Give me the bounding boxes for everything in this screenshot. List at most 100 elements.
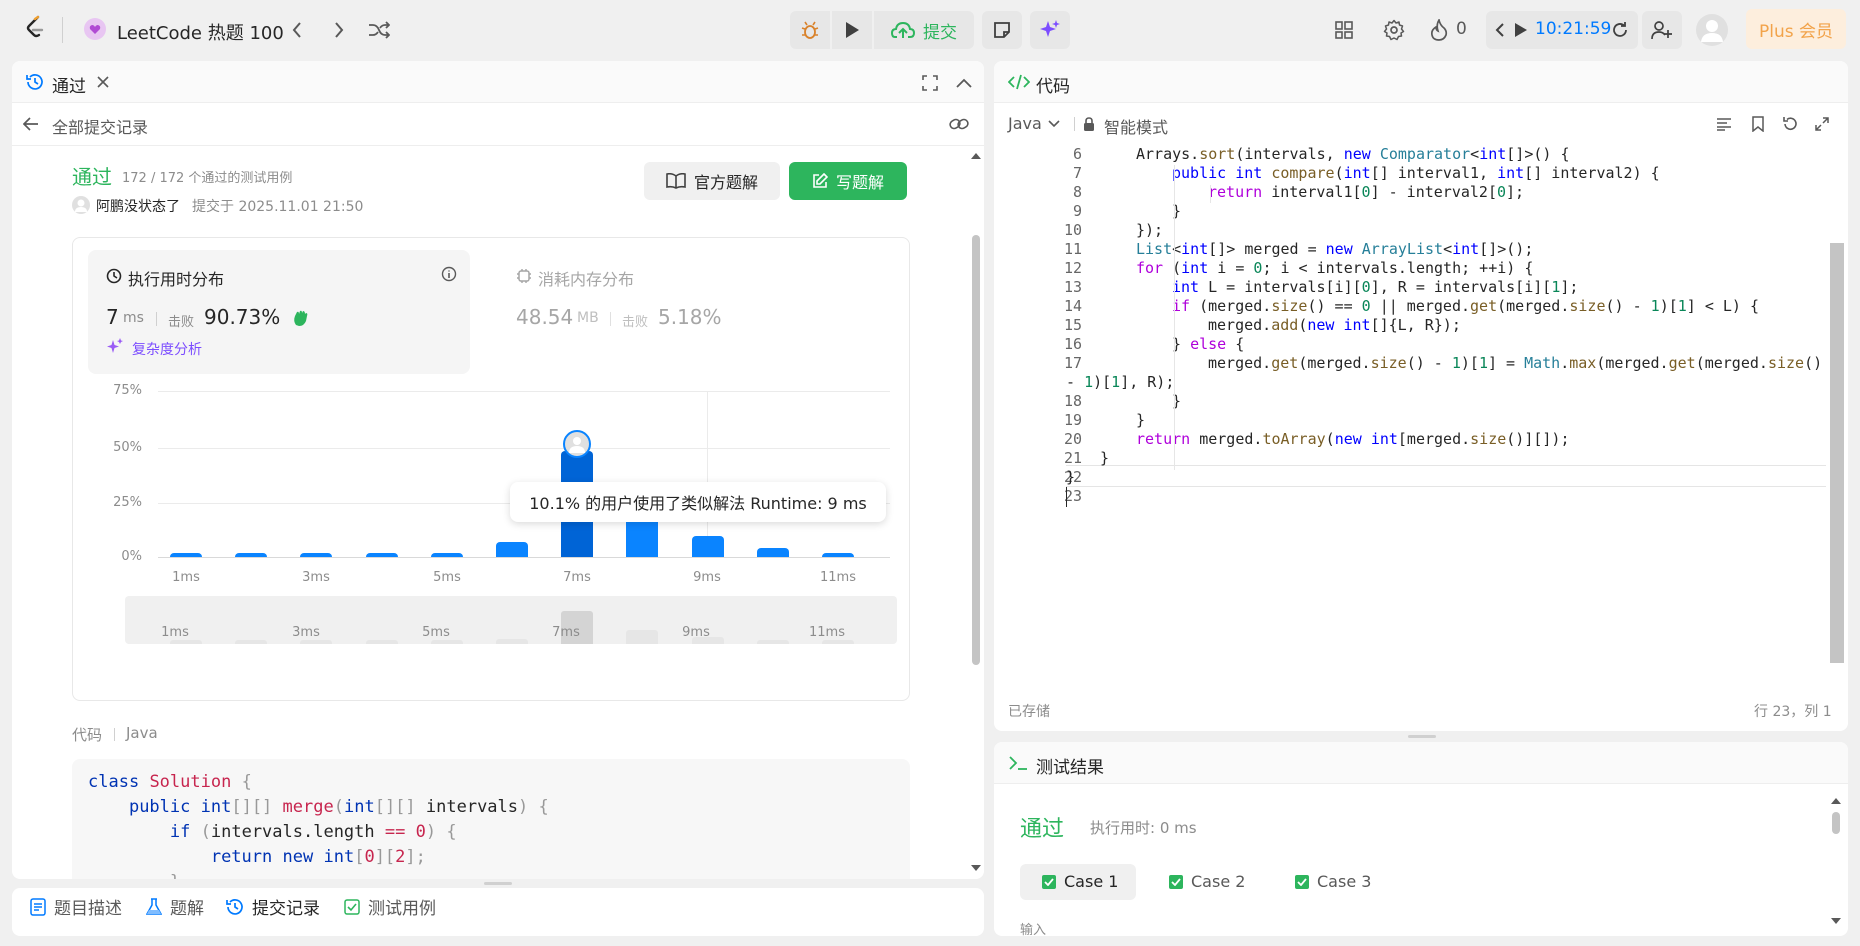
chart-bar-11ms[interactable]	[822, 552, 854, 557]
minimap-label: 5ms	[422, 625, 450, 640]
x-tick-label: 7ms	[563, 570, 591, 585]
code-editor-panel: 代码 Java 智能模式 6 Arrays.sort(intervals, ne…	[994, 61, 1848, 731]
y-tick-label: 50%	[113, 440, 142, 455]
timer-reset-icon[interactable]	[1609, 18, 1631, 42]
minimap-label: 11ms	[809, 625, 845, 640]
case-tab-2[interactable]: Case 2	[1191, 872, 1245, 891]
editor-scrollbar[interactable]	[1830, 243, 1844, 663]
plus-member-button[interactable]: Plus 会员	[1746, 9, 1846, 49]
check-icon	[1169, 875, 1183, 889]
streak-fire-icon[interactable]	[1428, 18, 1450, 42]
run-button[interactable]	[832, 11, 872, 49]
submit-button[interactable]: 提交	[874, 11, 974, 49]
prev-problem-icon[interactable]	[286, 18, 308, 42]
problem-list-title[interactable]: LeetCode 热题 100	[117, 19, 284, 45]
next-problem-icon[interactable]	[328, 18, 350, 42]
panel-header	[994, 61, 1848, 103]
chart-bar-4ms[interactable]	[365, 552, 398, 557]
panel-header	[994, 742, 1848, 784]
smart-mode-toggle[interactable]: 智能模式	[1104, 114, 1168, 138]
minimap-label: 3ms	[292, 625, 320, 640]
submission-panel: 通过 全部提交记录 通过 172 / 172 个通过的测试用例 阿鹏没状态了 提…	[12, 61, 984, 879]
layout-icon[interactable]	[1332, 18, 1356, 42]
code-editor[interactable]: 6 Arrays.sort(intervals, new Comparator<…	[994, 145, 1848, 675]
results-title: 测试结果	[1036, 758, 1104, 778]
shuffle-icon[interactable]	[366, 18, 392, 42]
debug-button[interactable]	[790, 11, 830, 49]
cursor-position: 行 23，列 1	[1754, 704, 1832, 720]
chart-bar-9ms[interactable]	[691, 535, 724, 557]
code-label: 代码	[72, 726, 103, 744]
text-cursor	[1066, 487, 1067, 507]
y-tick-label: 25%	[113, 495, 142, 510]
settings-gear-icon[interactable]	[1382, 18, 1406, 42]
tab-solutions-label: 题解	[170, 899, 204, 919]
tab-submissions[interactable]: 提交记录	[226, 894, 320, 919]
x-tick-label: 9ms	[693, 570, 721, 585]
terminal-icon	[1008, 754, 1028, 772]
chart-bar-2ms[interactable]	[235, 552, 268, 557]
input-label: 输入	[1020, 923, 1047, 936]
current-line-highlight	[1066, 465, 1826, 487]
scrollbar[interactable]	[970, 151, 982, 871]
test-results-panel: 测试结果 通过 执行用时: 0 ms Case 1 Case 2 Case 3 …	[994, 742, 1848, 936]
scrollbar-thumb[interactable]	[1832, 812, 1840, 834]
results-scrollbar[interactable]	[1830, 796, 1844, 930]
ai-assistant-button[interactable]	[1030, 11, 1070, 49]
user-avatar[interactable]	[1696, 14, 1728, 46]
minimap-bar	[626, 630, 659, 644]
language-selector[interactable]: Java	[1008, 114, 1042, 133]
chevron-down-icon[interactable]	[1046, 116, 1062, 132]
bookmark-icon[interactable]	[1748, 115, 1768, 133]
gridline	[158, 391, 890, 392]
timer-display: 10:21:59	[1535, 19, 1612, 39]
leetcode-logo-icon[interactable]	[24, 14, 46, 40]
top-bar: LeetCode 热题 100 提交 0 10:21:59 Plus 会员	[0, 0, 1860, 60]
expand-editor-icon[interactable]	[1812, 115, 1832, 133]
chart-bar-6ms[interactable]	[496, 541, 528, 557]
editor-title: 代码	[1036, 77, 1070, 97]
minimap-bar	[300, 640, 333, 644]
tab-description-label: 题目描述	[54, 899, 122, 919]
timer-play-icon[interactable]	[1512, 18, 1530, 42]
minimap-bar	[430, 640, 463, 644]
x-axis-line	[158, 557, 890, 558]
scrollbar-thumb[interactable]	[972, 235, 980, 665]
minimap-label: 9ms	[682, 625, 710, 640]
tab-submissions-label: 提交记录	[252, 899, 320, 919]
notes-button[interactable]	[982, 11, 1022, 49]
add-friend-button[interactable]	[1642, 11, 1682, 49]
study-plan-icon	[84, 18, 106, 40]
tab-solutions[interactable]: 题解	[146, 894, 204, 919]
range-minimap[interactable]: 1ms 3ms 5ms 7ms 9ms 11ms	[125, 596, 897, 644]
code-preview: class Solution { public int[][] merge(in…	[72, 759, 910, 879]
format-code-icon[interactable]	[1714, 115, 1734, 133]
x-tick-label: 3ms	[302, 570, 330, 585]
divider	[1074, 117, 1075, 131]
tab-description[interactable]: 题目描述	[30, 894, 122, 919]
case-label: Case 1	[1064, 872, 1119, 891]
timer-collapse-icon[interactable]	[1492, 18, 1508, 42]
minimap-bar	[756, 640, 789, 644]
minimap-bar	[235, 640, 268, 644]
tab-testcases[interactable]: 测试用例	[344, 894, 436, 919]
x-tick-label: 5ms	[433, 570, 461, 585]
chart-bar-3ms[interactable]	[300, 552, 333, 557]
minimap-bar	[170, 640, 202, 644]
minimap-bar	[822, 640, 854, 644]
resize-handle[interactable]	[484, 882, 512, 885]
resize-handle[interactable]	[1408, 735, 1436, 738]
hover-guide-line	[707, 391, 708, 557]
minimap-bar	[365, 640, 398, 644]
case-tab-3[interactable]: Case 3	[1317, 872, 1371, 891]
minimap-bar	[496, 639, 528, 644]
x-tick-label: 1ms	[172, 570, 200, 585]
minimap-label: 1ms	[161, 625, 189, 640]
chart-bar-5ms[interactable]	[430, 552, 463, 557]
chart-bar-10ms[interactable]	[756, 548, 789, 557]
divider	[114, 728, 115, 741]
runtime-distribution-chart: 75% 50% 25% 0% 1ms 3ms 5ms 7ms 9ms 11ms …	[12, 61, 984, 761]
chart-bar-1ms[interactable]	[170, 552, 202, 557]
reset-code-icon[interactable]	[1780, 115, 1800, 133]
y-tick-label: 75%	[113, 383, 142, 398]
